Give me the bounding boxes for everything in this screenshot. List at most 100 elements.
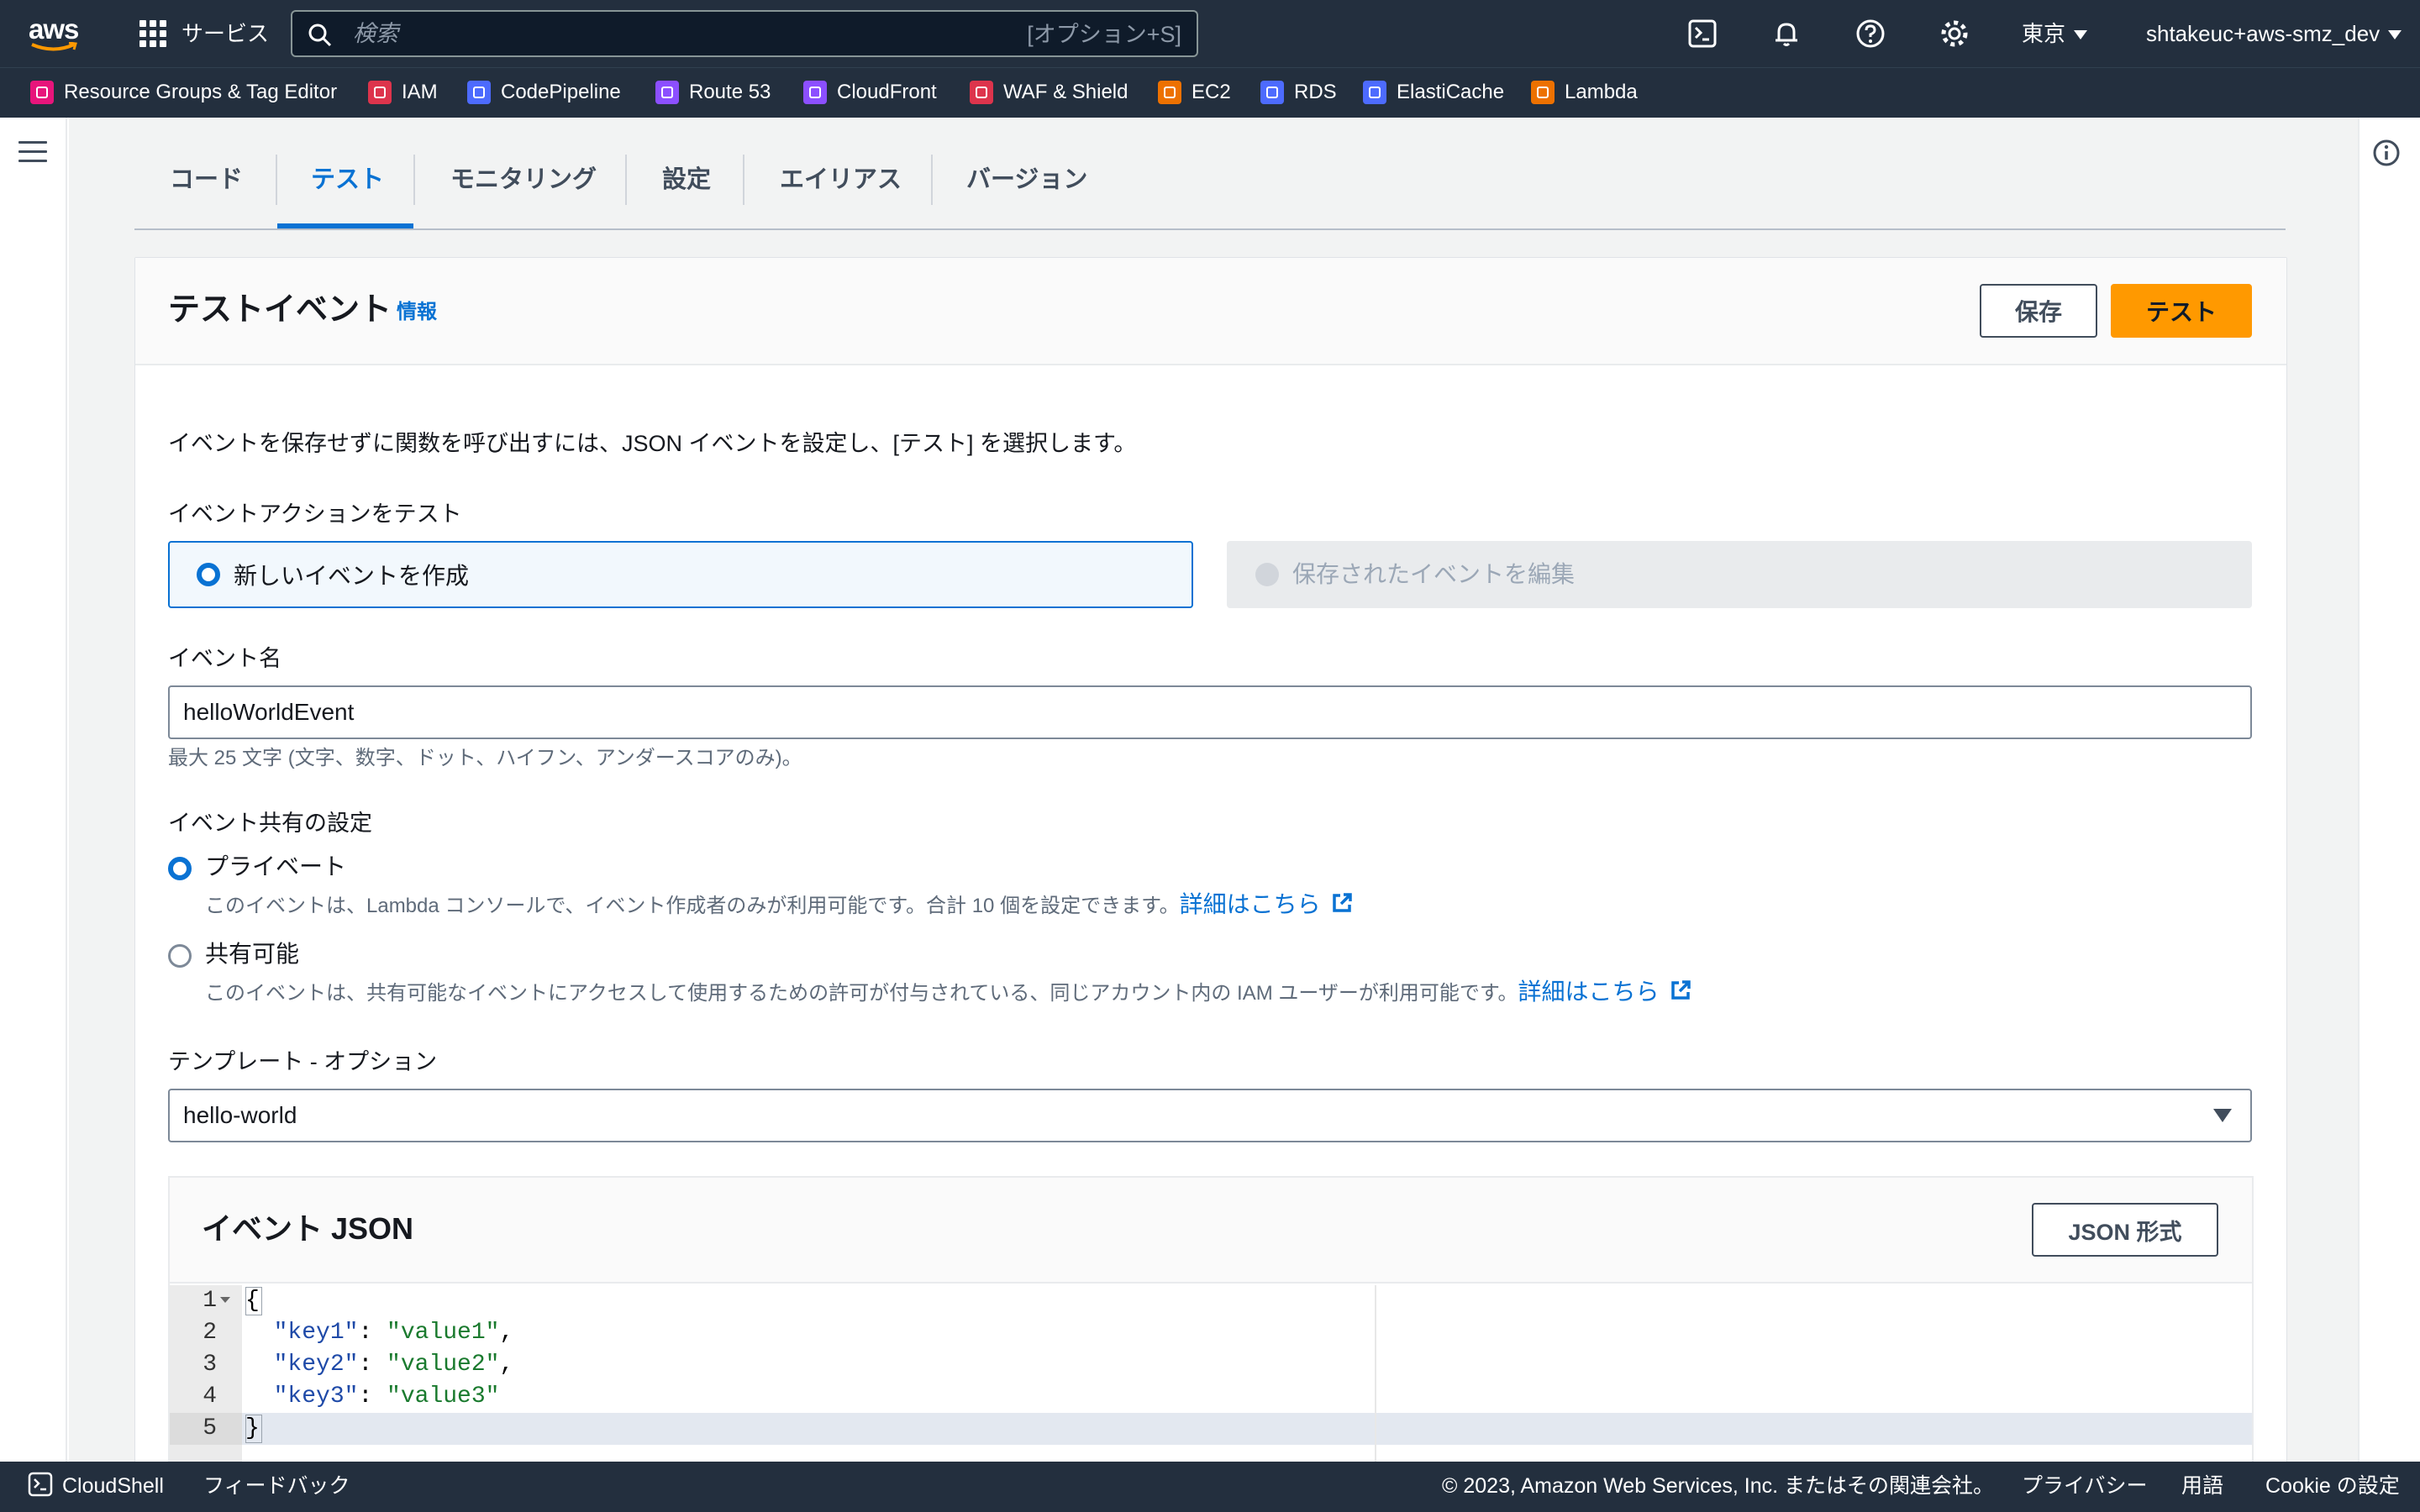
services-grid-icon[interactable] xyxy=(139,20,166,47)
private-description-text: このイベントは、Lambda コンソールで、イベント作成者のみが利用可能です。合… xyxy=(205,895,1180,917)
account-label: shtakeuc+aws-smz_dev xyxy=(2146,21,2381,46)
favorite-ec2[interactable]: EC2 xyxy=(1158,79,1231,106)
shareable-label[interactable]: 共有可能 xyxy=(205,939,299,969)
tab-aliases[interactable]: エイリアス xyxy=(780,156,902,203)
tab-divider xyxy=(931,155,933,205)
favorite-label: Resource Groups & Tag Editor xyxy=(64,81,338,103)
favorite-resource-groups[interactable]: Resource Groups & Tag Editor xyxy=(30,79,337,106)
iam-icon xyxy=(368,81,392,104)
info-panel-icon[interactable] xyxy=(2371,138,2402,172)
feedback-link[interactable]: フィードバック xyxy=(203,1470,350,1502)
terms-link[interactable]: 用語 xyxy=(2181,1470,2223,1502)
learn-more-link[interactable]: 詳細はこちら xyxy=(1180,891,1321,917)
search-input[interactable] xyxy=(351,17,855,50)
shareable-radio[interactable] xyxy=(168,944,192,968)
json-format-button[interactable]: JSON 形式 xyxy=(2032,1203,2218,1257)
favorite-label: EC2 xyxy=(1192,81,1231,103)
region-selector[interactable]: 東京 xyxy=(2022,17,2088,50)
account-menu[interactable]: shtakeuc+aws-smz_dev xyxy=(2146,17,2402,50)
cloudfront-icon xyxy=(803,81,827,104)
line-number: 4 xyxy=(203,1383,217,1410)
right-rail xyxy=(2358,118,2420,1462)
cloudshell-button[interactable]: CloudShell xyxy=(27,1470,164,1502)
tab-configuration[interactable]: 設定 xyxy=(662,156,711,203)
tab-divider xyxy=(625,155,627,205)
create-new-event-label: 新しいイベントを作成 xyxy=(234,563,470,589)
panel-title: テストイベント xyxy=(168,292,392,328)
cloudshell-icon[interactable] xyxy=(1686,17,1719,50)
favorite-rds[interactable]: RDS xyxy=(1260,79,1337,106)
json-comma: , xyxy=(499,1352,514,1378)
search-shortcut-hint: [オプション+S] xyxy=(1027,22,1181,47)
fold-toggle-icon[interactable] xyxy=(220,1297,230,1303)
private-label[interactable]: プライベート xyxy=(205,852,346,882)
save-button[interactable]: 保存 xyxy=(1980,284,2097,338)
favorite-route53[interactable]: Route 53 xyxy=(655,79,771,106)
chevron-down-icon xyxy=(2388,30,2402,39)
line-number: 2 xyxy=(203,1320,217,1346)
search-box[interactable]: [オプション+S] xyxy=(291,10,1198,57)
favorite-cloudfront[interactable]: CloudFront xyxy=(803,79,937,106)
test-button[interactable]: テスト xyxy=(2111,284,2252,338)
event-name-input[interactable]: helloWorldEvent xyxy=(168,685,2252,739)
template-select[interactable]: hello-world xyxy=(168,1089,2252,1142)
menu-icon[interactable] xyxy=(18,141,47,165)
template-value: hello-world xyxy=(183,1102,297,1128)
create-new-event-tile[interactable]: 新しいイベントを作成 xyxy=(168,541,1193,608)
tabs-baseline xyxy=(134,228,2286,230)
favorite-iam[interactable]: IAM xyxy=(368,79,438,106)
panel-header xyxy=(135,258,2286,365)
favorite-elasticache[interactable]: ElastiCache xyxy=(1363,79,1504,106)
favorite-waf-shield[interactable]: WAF & Shield xyxy=(970,79,1128,106)
external-link-icon xyxy=(1332,893,1352,912)
code-line-5: } xyxy=(245,1413,262,1445)
favorite-label: CloudFront xyxy=(837,81,937,103)
elasticache-icon xyxy=(1363,81,1386,104)
gear-icon[interactable] xyxy=(1938,17,1971,50)
cookie-settings-link[interactable]: Cookie の設定 xyxy=(2265,1470,2400,1502)
panel-description: イベントを保存せずに関数を呼び出すには、JSON イベントを設定し、[テスト] … xyxy=(168,431,1137,456)
region-label: 東京 xyxy=(2022,21,2066,46)
event-sharing-label: イベント共有の設定 xyxy=(168,811,372,836)
favorite-label: Lambda xyxy=(1565,81,1638,103)
event-name-label: イベント名 xyxy=(168,646,281,671)
favorite-codepipeline[interactable]: CodePipeline xyxy=(467,79,621,106)
help-icon[interactable] xyxy=(1854,17,1887,50)
bell-icon[interactable] xyxy=(1770,17,1803,50)
tab-code[interactable]: コード xyxy=(170,156,243,203)
shareable-description-text: このイベントは、共有可能なイベントにアクセスして使用するための許可が付与されてい… xyxy=(205,982,1518,1005)
tab-versions[interactable]: バージョン xyxy=(966,156,1087,203)
info-link[interactable]: 情報 xyxy=(397,299,437,326)
radio-selected[interactable] xyxy=(197,563,220,586)
favorite-label: CodePipeline xyxy=(501,81,621,103)
favorite-label: IAM xyxy=(402,81,438,103)
code-line-1: { xyxy=(245,1285,262,1317)
json-value: "value1" xyxy=(387,1320,500,1346)
tab-test[interactable]: テスト xyxy=(311,156,384,203)
edit-saved-event-tile: 保存されたイベントを編集 xyxy=(1227,541,2252,608)
rds-icon xyxy=(1260,81,1284,104)
private-radio[interactable] xyxy=(168,857,192,880)
event-json-title: イベント JSON xyxy=(202,1211,414,1246)
json-key: "key2" xyxy=(273,1352,359,1378)
json-key: "key1" xyxy=(273,1320,359,1346)
lambda-icon xyxy=(1531,81,1555,104)
search-icon xyxy=(308,24,332,47)
aws-logo[interactable]: aws xyxy=(29,13,84,54)
json-key: "key3" xyxy=(273,1383,359,1410)
line-number: 1 xyxy=(203,1288,217,1314)
favorite-lambda[interactable]: Lambda xyxy=(1531,79,1638,106)
tab-monitoring[interactable]: モニタリング xyxy=(450,156,597,203)
active-tab-indicator xyxy=(277,223,413,228)
tab-divider xyxy=(413,155,415,205)
services-menu[interactable]: サービス xyxy=(182,17,269,50)
event-name-constraint: 最大 25 文字 (文字、数字、ドット、ハイフン、アンダースコアのみ)。 xyxy=(168,747,802,769)
learn-more-link[interactable]: 詳細はこちら xyxy=(1518,979,1659,1005)
template-label: テンプレート - オプション xyxy=(168,1049,438,1074)
privacy-link[interactable]: プライバシー xyxy=(2022,1470,2148,1502)
ec2-icon xyxy=(1158,81,1181,104)
print-margin xyxy=(1375,1285,1376,1462)
private-description: このイベントは、Lambda コンソールで、イベント作成者のみが利用可能です。合… xyxy=(205,890,1355,921)
favorite-label: Route 53 xyxy=(689,81,771,103)
edit-saved-event-label: 保存されたイベントを編集 xyxy=(1292,561,1576,587)
